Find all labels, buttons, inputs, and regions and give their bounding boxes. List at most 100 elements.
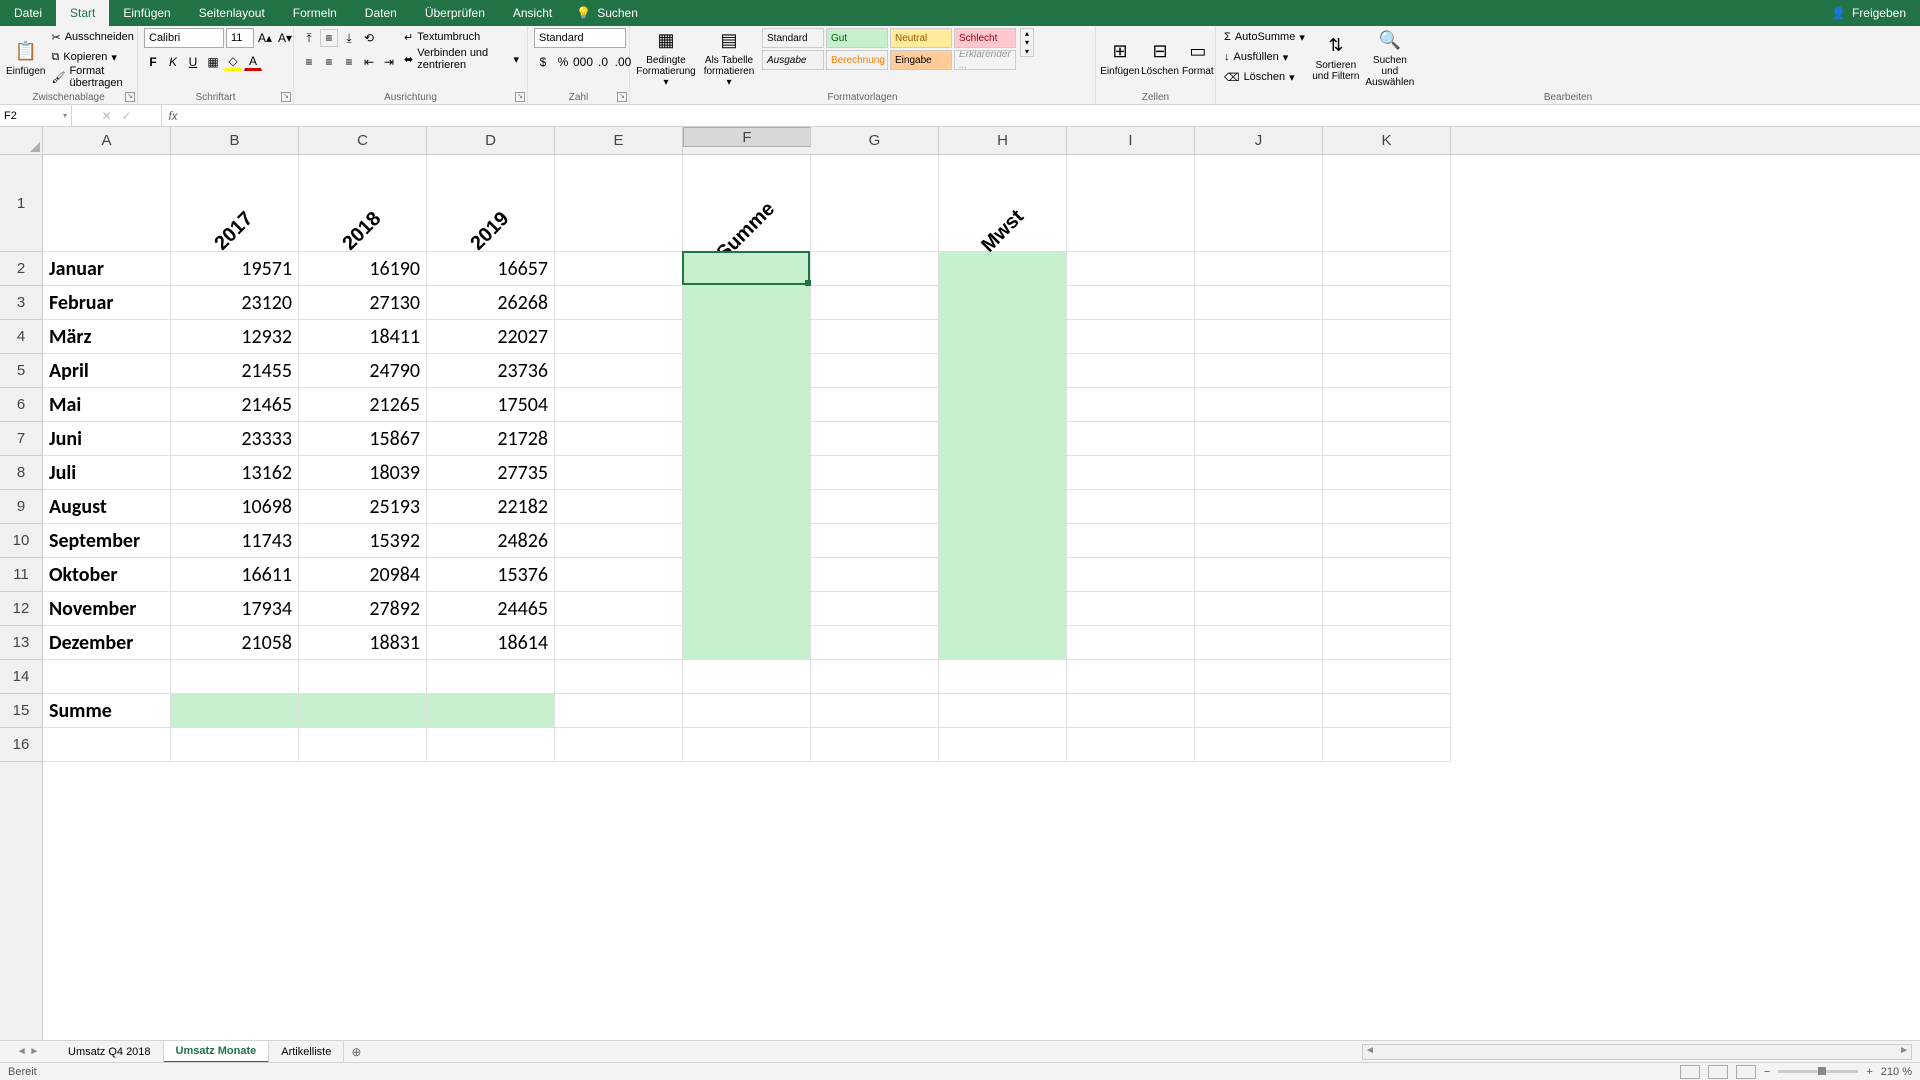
cell[interactable] — [555, 524, 683, 558]
cell[interactable] — [299, 694, 427, 728]
format-as-table-button[interactable]: ▤ Als Tabelle formatieren ▾ — [700, 28, 758, 88]
cell[interactable] — [1067, 155, 1195, 252]
cell[interactable] — [1323, 524, 1451, 558]
tab-start[interactable]: Start — [56, 0, 109, 26]
cell[interactable] — [811, 694, 939, 728]
cell[interactable]: 15376 — [427, 558, 555, 592]
cell[interactable]: 17934 — [171, 592, 299, 626]
tell-me-search[interactable]: 💡 Suchen — [566, 0, 648, 26]
cell[interactable] — [1323, 558, 1451, 592]
cell[interactable]: 22027 — [427, 320, 555, 354]
cell[interactable]: Juni — [43, 422, 171, 456]
cell[interactable] — [1195, 524, 1323, 558]
cell[interactable] — [939, 388, 1067, 422]
cell[interactable]: 12932 — [171, 320, 299, 354]
align-right-icon[interactable]: ≡ — [340, 53, 358, 71]
cell[interactable]: Januar — [43, 252, 171, 286]
column-header[interactable]: H — [939, 127, 1067, 154]
cell[interactable] — [1195, 320, 1323, 354]
cell[interactable] — [427, 660, 555, 694]
row-header[interactable]: 15 — [0, 694, 42, 728]
cell[interactable] — [1195, 155, 1323, 252]
column-headers[interactable]: ABCDEFGHIJK — [43, 127, 1920, 155]
cell[interactable] — [1195, 558, 1323, 592]
cell[interactable] — [683, 558, 811, 592]
row-header[interactable]: 6 — [0, 388, 42, 422]
cell[interactable] — [1195, 422, 1323, 456]
cell[interactable]: 21455 — [171, 354, 299, 388]
cell[interactable] — [1323, 320, 1451, 354]
cell[interactable]: 16657 — [427, 252, 555, 286]
cell[interactable]: 2018 — [299, 155, 427, 252]
cell[interactable] — [1195, 490, 1323, 524]
cell[interactable]: 2017 — [171, 155, 299, 252]
cell[interactable] — [811, 490, 939, 524]
cell[interactable] — [1067, 524, 1195, 558]
cell[interactable]: November — [43, 592, 171, 626]
cell[interactable] — [811, 286, 939, 320]
sheet-nav[interactable]: ◄ ► — [0, 1046, 56, 1057]
cell[interactable] — [43, 660, 171, 694]
cell[interactable] — [1323, 286, 1451, 320]
cell[interactable] — [939, 524, 1067, 558]
cell[interactable] — [811, 558, 939, 592]
increase-decimal-icon[interactable]: .0 — [594, 53, 612, 71]
cell[interactable] — [939, 252, 1067, 286]
cell[interactable] — [555, 456, 683, 490]
cell[interactable] — [1195, 286, 1323, 320]
normal-view-icon[interactable] — [1680, 1065, 1700, 1079]
sheet-tab-3[interactable]: Artikelliste — [269, 1041, 344, 1063]
cell[interactable] — [1067, 694, 1195, 728]
paste-button[interactable]: 📋 Einfügen — [6, 28, 45, 88]
select-all-corner[interactable] — [0, 127, 43, 155]
cell[interactable] — [683, 626, 811, 660]
alignment-dialog-icon[interactable]: ↘ — [515, 92, 525, 102]
cell[interactable]: Dezember — [43, 626, 171, 660]
cell[interactable] — [683, 320, 811, 354]
cell[interactable]: 18039 — [299, 456, 427, 490]
horizontal-scrollbar[interactable] — [1362, 1044, 1912, 1060]
align-left-icon[interactable]: ≡ — [300, 53, 318, 71]
cell[interactable] — [43, 728, 171, 762]
cell[interactable]: 10698 — [171, 490, 299, 524]
fx-icon[interactable]: fx — [162, 105, 184, 126]
clear-button[interactable]: ⌫Löschen ▾ — [1222, 68, 1307, 86]
cell[interactable] — [555, 728, 683, 762]
zoom-in-icon[interactable]: + — [1866, 1066, 1872, 1078]
cell[interactable]: 23736 — [427, 354, 555, 388]
tab-formeln[interactable]: Formeln — [279, 0, 351, 26]
name-box[interactable]: F2 — [0, 105, 72, 126]
cell[interactable] — [427, 728, 555, 762]
cell[interactable]: 21058 — [171, 626, 299, 660]
cell[interactable] — [1067, 320, 1195, 354]
cell[interactable] — [555, 694, 683, 728]
tab-daten[interactable]: Daten — [351, 0, 411, 26]
cell[interactable]: 24826 — [427, 524, 555, 558]
cell[interactable] — [939, 456, 1067, 490]
cell[interactable] — [43, 155, 171, 252]
style-scroll-up-icon[interactable]: ▴ — [1021, 29, 1033, 38]
cell[interactable]: 24465 — [427, 592, 555, 626]
cell[interactable] — [1323, 728, 1451, 762]
cell[interactable]: 23120 — [171, 286, 299, 320]
cell[interactable]: 18614 — [427, 626, 555, 660]
cell[interactable] — [299, 728, 427, 762]
cell[interactable] — [939, 592, 1067, 626]
zoom-level[interactable]: 210 % — [1881, 1066, 1912, 1078]
cell[interactable]: 26268 — [427, 286, 555, 320]
cell[interactable] — [1067, 252, 1195, 286]
style-standard[interactable]: Standard — [762, 28, 824, 48]
cell[interactable] — [171, 728, 299, 762]
cell[interactable] — [811, 728, 939, 762]
percent-icon[interactable]: % — [554, 53, 572, 71]
align-bottom-icon[interactable]: ⤓ — [340, 29, 358, 47]
cell[interactable] — [1195, 694, 1323, 728]
cell[interactable] — [1323, 694, 1451, 728]
cell[interactable]: März — [43, 320, 171, 354]
cell[interactable] — [683, 592, 811, 626]
row-header[interactable]: 4 — [0, 320, 42, 354]
cell[interactable] — [1195, 456, 1323, 490]
cell[interactable] — [939, 694, 1067, 728]
cell[interactable] — [1067, 660, 1195, 694]
column-header[interactable]: F — [683, 127, 811, 147]
